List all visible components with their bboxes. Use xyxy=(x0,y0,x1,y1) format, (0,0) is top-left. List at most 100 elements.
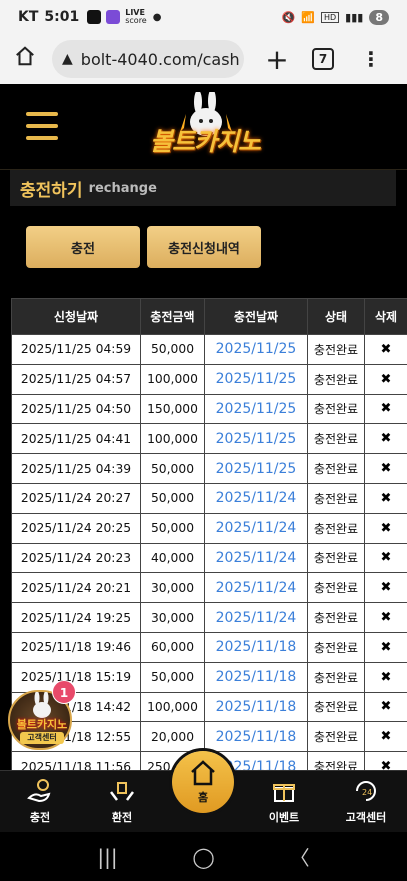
nav-exchange[interactable]: 환전 xyxy=(92,777,152,825)
cell-status: 충전완료 xyxy=(307,423,365,455)
cell-status: 충전완료 xyxy=(307,393,365,425)
home-circle-icon[interactable]: ◯ xyxy=(192,845,214,869)
cell-amount: 50,000 xyxy=(140,482,205,514)
cell-charge-date[interactable]: 2025/11/25 xyxy=(204,334,308,365)
delete-icon[interactable]: ✖ xyxy=(364,661,407,693)
header-status: 상태 xyxy=(307,298,365,335)
header-request-date: 신청날짜 xyxy=(11,298,141,335)
cell-amount: 30,000 xyxy=(140,572,205,604)
cell-status: 충전완료 xyxy=(307,363,365,395)
nav-charge-label: 충전 xyxy=(29,811,51,824)
android-status-bar: KT 5:01 LIVE score ● 🔇 📶 HD ▮▮▮ 8 xyxy=(0,0,407,34)
menu-dots-icon[interactable]: ⋮ xyxy=(356,47,386,71)
battery-icon: 8 xyxy=(369,9,389,25)
cell-charge-date[interactable]: 2025/11/18 xyxy=(204,721,308,753)
site-logo[interactable]: 볼트카지노 xyxy=(140,89,270,164)
cell-amount: 100,000 xyxy=(140,423,205,455)
cell-charge-date[interactable]: 2025/11/24 xyxy=(204,602,308,633)
cell-charge-date[interactable]: 2025/11/24 xyxy=(204,512,308,544)
tab-count: 7 xyxy=(312,48,334,70)
table-header-row: 신청날짜 충전금액 충전날짜 상태 삭제 xyxy=(11,298,407,335)
nav-charge[interactable]: 충전 xyxy=(10,777,70,825)
table-row: 2025/11/24 20:23 40,000 2025/11/24 충전완료 ✖ xyxy=(11,542,407,574)
table-row: 2025/11/25 04:59 50,000 2025/11/25 충전완료 ✖ xyxy=(11,334,407,365)
hamburger-line xyxy=(26,112,58,116)
gift-icon xyxy=(254,777,314,805)
charge-history-button[interactable]: 충전신청내역 xyxy=(147,226,261,268)
nav-support-label: 고객센터 xyxy=(345,811,387,824)
delete-icon[interactable]: ✖ xyxy=(364,572,407,604)
cell-charge-date[interactable]: 2025/11/18 xyxy=(204,661,308,693)
cell-amount: 50,000 xyxy=(140,453,205,484)
cell-status: 충전완료 xyxy=(307,691,365,723)
cell-charge-date[interactable]: 2025/11/24 xyxy=(204,482,308,514)
cell-charge-date[interactable]: 2025/11/18 xyxy=(204,691,308,723)
delete-icon[interactable]: ✖ xyxy=(364,512,407,544)
clock: 5:01 xyxy=(44,9,80,25)
delete-icon[interactable]: ✖ xyxy=(364,482,407,514)
nav-event-label: 이벤트 xyxy=(268,811,300,824)
new-tab-icon[interactable]: + xyxy=(262,43,292,76)
cell-status: 충전완료 xyxy=(307,572,365,604)
cell-amount: 50,000 xyxy=(140,334,205,365)
table-row: 2025/11/25 04:50 150,000 2025/11/25 충전완료 ✖ xyxy=(11,393,407,425)
cell-request-date: 2025/11/25 04:59 xyxy=(11,334,141,365)
delete-icon[interactable]: ✖ xyxy=(364,631,407,663)
cell-request-date: 2025/11/24 20:27 xyxy=(11,482,141,514)
home-icon xyxy=(191,760,215,786)
tab-switcher-button[interactable]: 7 xyxy=(312,48,334,70)
status-icons: 🔇 📶 HD ▮▮▮ 8 xyxy=(282,9,389,25)
hd-icon: HD xyxy=(320,11,340,23)
cell-charge-date[interactable]: 2025/11/25 xyxy=(204,363,308,395)
charge-button[interactable]: 충전 xyxy=(26,226,140,268)
cell-status: 충전완료 xyxy=(307,721,365,753)
cell-request-date: 2025/11/24 19:25 xyxy=(11,602,141,633)
delete-icon[interactable]: ✖ xyxy=(364,691,407,723)
header-amount: 충전금액 xyxy=(140,298,205,335)
home-icon[interactable] xyxy=(10,45,40,73)
nav-home-label: 홈 xyxy=(197,791,209,804)
hand-coin-icon xyxy=(10,777,70,805)
cell-charge-date[interactable]: 2025/11/25 xyxy=(204,453,308,484)
cell-charge-date[interactable]: 2025/11/25 xyxy=(204,393,308,425)
cell-charge-date[interactable]: 2025/11/24 xyxy=(204,542,308,574)
app-notify-icon xyxy=(106,10,121,24)
url-bar[interactable]: ▲ bolt-4040.com/cash xyxy=(52,40,244,78)
hamburger-menu-icon[interactable] xyxy=(26,112,58,144)
delete-icon[interactable]: ✖ xyxy=(364,721,407,753)
cell-amount: 100,000 xyxy=(140,363,205,395)
hamburger-line xyxy=(26,124,58,128)
svg-text:24: 24 xyxy=(362,788,372,797)
back-icon[interactable]: 〈 xyxy=(290,842,310,871)
cell-status: 충전완료 xyxy=(307,482,365,514)
table-row: 2025/11/24 20:27 50,000 2025/11/24 충전완료 ✖ xyxy=(11,482,407,514)
nav-event[interactable]: 이벤트 xyxy=(254,777,314,825)
notification-badge: 1 xyxy=(52,680,76,704)
cell-charge-date[interactable]: 2025/11/25 xyxy=(204,423,308,455)
page-subtitle: rechange xyxy=(88,180,157,196)
delete-icon[interactable]: ✖ xyxy=(364,602,407,633)
delete-icon[interactable]: ✖ xyxy=(364,423,407,455)
delete-icon[interactable]: ✖ xyxy=(364,453,407,484)
table-row: 2025/11/24 19:25 30,000 2025/11/24 충전완료 ✖ xyxy=(11,602,407,633)
page-title-bar: 충전하기 rechange xyxy=(10,170,396,206)
cell-charge-date[interactable]: 2025/11/18 xyxy=(204,631,308,663)
cell-request-date: 2025/11/24 20:25 xyxy=(11,512,141,544)
delete-icon[interactable]: ✖ xyxy=(364,363,407,395)
carrier-label: KT xyxy=(18,9,39,25)
table-row: 2025/11/24 20:25 50,000 2025/11/24 충전완료 ✖ xyxy=(11,512,407,544)
cell-status: 충전완료 xyxy=(307,334,365,365)
nav-home[interactable]: 홈 xyxy=(172,751,234,813)
cell-request-date: 2025/11/25 04:39 xyxy=(11,453,141,484)
delete-icon[interactable]: ✖ xyxy=(364,334,407,365)
cell-charge-date[interactable]: 2025/11/24 xyxy=(204,572,308,604)
delete-icon[interactable]: ✖ xyxy=(364,542,407,574)
page-title: 충전하기 xyxy=(20,180,83,201)
floating-support-label: 고객센터 xyxy=(20,732,64,744)
android-nav-bar: ||| ◯ 〈 xyxy=(0,832,407,881)
cell-request-date: 2025/11/18 15:19 xyxy=(11,661,141,693)
recents-icon[interactable]: ||| xyxy=(97,845,117,869)
live-score-icon: LIVE score xyxy=(125,9,147,25)
nav-support[interactable]: 24 고객센터 xyxy=(336,777,396,825)
delete-icon[interactable]: ✖ xyxy=(364,393,407,425)
